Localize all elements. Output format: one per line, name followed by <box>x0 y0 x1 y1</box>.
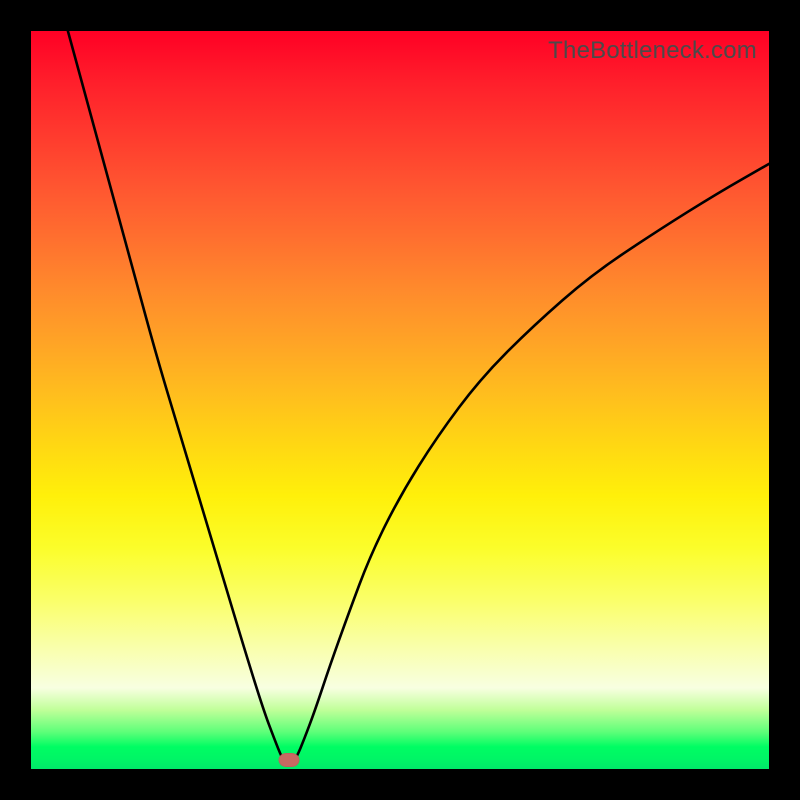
chart-frame: TheBottleneck.com <box>0 0 800 800</box>
bottleneck-curve <box>31 31 769 769</box>
plot-area: TheBottleneck.com <box>31 31 769 769</box>
optimal-point-marker <box>279 753 300 767</box>
